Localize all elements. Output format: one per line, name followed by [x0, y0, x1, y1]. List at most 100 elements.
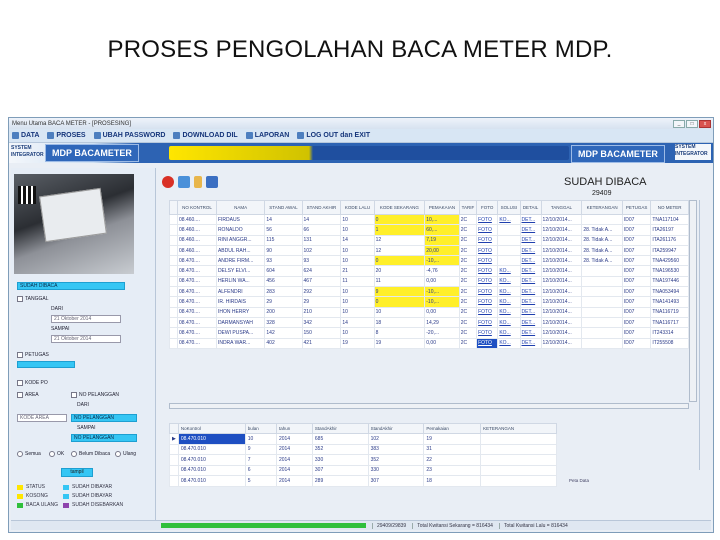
nopel-checkbox[interactable]: NO PELANGGAN: [71, 392, 119, 398]
table-row[interactable]: 08.470.... ALFENDRI 283 292 10 9 -10,... 2C FOTO…: [169, 286, 689, 298]
table-cell[interactable]: FOTO: [476, 306, 499, 318]
row-marker[interactable]: [169, 234, 178, 246]
col-header[interactable]: KODE SEKARANG: [373, 200, 426, 215]
maximize-button[interactable]: □: [686, 119, 698, 128]
row-marker[interactable]: [169, 275, 178, 288]
col-header[interactable]: TARIF: [458, 200, 478, 215]
table-cell[interactable]: [497, 255, 521, 267]
table-cell[interactable]: FOTO: [476, 244, 499, 257]
edit-icon[interactable]: [206, 176, 218, 188]
table-cell[interactable]: KO...: [497, 275, 521, 288]
col-header[interactable]: NO METER: [650, 200, 689, 215]
status-select[interactable]: SUDAH DIBACA: [17, 282, 125, 290]
col-header[interactable]: STAND AKHIR: [301, 200, 342, 215]
table-row[interactable]: 08.470.... INDRA WAR... 402 421 19 19 0,00 2C FO…: [169, 337, 689, 349]
close-button[interactable]: x: [699, 119, 711, 128]
petugas-checkbox[interactable]: PETUGAS: [17, 352, 49, 358]
history-row[interactable]: 08.470.010 7 2014 330 352 22: [169, 454, 557, 466]
col-header[interactable]: KETERANGAN: [480, 423, 557, 434]
row-marker[interactable]: [169, 475, 179, 487]
table-row[interactable]: 08.460.... ABDUL RAH... 90 102 10 12 20,00 2C FO…: [169, 244, 689, 257]
table-cell[interactable]: FOTO: [476, 224, 499, 236]
table-cell[interactable]: DET...: [519, 265, 542, 277]
history-row[interactable]: 08.470.010 5 2014 289 307 18: [169, 475, 557, 487]
table-cell[interactable]: [497, 224, 521, 236]
grid-vertical-scrollbar[interactable]: [689, 200, 697, 402]
table-cell[interactable]: KO...: [497, 265, 521, 277]
table-cell[interactable]: DET...: [519, 306, 542, 318]
table-cell[interactable]: FOTO: [476, 337, 499, 349]
table-row[interactable]: 08.460.... FIRDAUS 14 14 10 0 10,... 2C FOTO KO..…: [169, 213, 689, 226]
kode-po-checkbox[interactable]: KODE PO: [17, 380, 48, 386]
history-row[interactable]: 08.470.010 9 2014 352 383 31: [169, 443, 557, 455]
radio-ulang[interactable]: Ulang: [115, 451, 136, 457]
history-row[interactable]: 08.470.010 6 2014 307 330 23: [169, 464, 557, 476]
nopel-to-input[interactable]: NO PELANGGAN: [71, 434, 137, 442]
kode-area-input[interactable]: KODE AREA: [17, 414, 67, 422]
table-row[interactable]: 08.460.... RONALDO 56 66 10 1 60,... 2C FOTO DET.…: [169, 224, 689, 236]
table-cell[interactable]: FOTO: [476, 296, 499, 308]
menu-item-data[interactable]: DATA: [12, 132, 39, 139]
table-cell[interactable]: KO...: [497, 286, 521, 298]
table-row[interactable]: 08.470.... HERLIN WA... 456 467 11 11 0,00 2C FO…: [169, 275, 689, 288]
row-marker[interactable]: [169, 464, 179, 476]
table-cell[interactable]: KO...: [497, 327, 521, 339]
menu-item-ubah-password[interactable]: UBAH PASSWORD: [93, 132, 165, 139]
col-header[interactable]: TANGGAL: [540, 200, 583, 215]
table-cell[interactable]: FOTO: [476, 234, 499, 246]
table-cell[interactable]: DET...: [519, 213, 542, 226]
col-header[interactable]: NAMA: [215, 200, 266, 215]
minimize-button[interactable]: _: [673, 119, 685, 128]
menu-item-logout[interactable]: LOG OUT dan EXIT: [297, 132, 370, 139]
area-checkbox[interactable]: AREA: [17, 392, 39, 398]
table-cell[interactable]: FOTO: [476, 213, 499, 226]
col-header[interactable]: StandAkhir: [367, 423, 425, 434]
nopel-from-input[interactable]: NO PELANGGAN: [71, 414, 137, 422]
col-header[interactable]: FOTO: [476, 200, 499, 215]
table-cell[interactable]: DET...: [519, 327, 542, 339]
table-cell[interactable]: KO...: [497, 213, 521, 226]
table-cell[interactable]: DET...: [519, 255, 542, 267]
col-header[interactable]: StandAkhir: [311, 423, 369, 434]
col-header[interactable]: NoKontrol: [177, 423, 246, 434]
table-row[interactable]: 08.470.... ANDRE FIRM... 93 93 10 0 -10,... 2C F…: [169, 255, 689, 267]
side-scroll-panel[interactable]: [699, 200, 713, 470]
table-row[interactable]: 08.470.... IR. HIRDAIS 29 29 10 0 -10,... 2C FOT…: [169, 296, 689, 308]
menu-item-proses[interactable]: PROSES: [47, 132, 86, 139]
table-cell[interactable]: KO...: [497, 316, 521, 329]
col-header[interactable]: PEMAKAIAN: [424, 200, 460, 215]
table-cell[interactable]: DET...: [519, 286, 542, 298]
col-header[interactable]: STAND AWAL: [264, 200, 303, 215]
menu-item-laporan[interactable]: LAPORAN: [245, 132, 289, 139]
row-marker[interactable]: [169, 327, 178, 339]
row-marker[interactable]: [169, 454, 179, 466]
row-marker[interactable]: ▶: [169, 433, 179, 445]
radio-semua[interactable]: Semua: [17, 451, 41, 457]
row-marker[interactable]: [169, 224, 178, 236]
col-header[interactable]: bulan: [244, 423, 277, 434]
radio-belum-dibaca[interactable]: Belum Dibaca: [71, 451, 110, 457]
table-cell[interactable]: FOTO: [476, 327, 499, 339]
table-cell[interactable]: DET...: [519, 316, 542, 329]
table-cell[interactable]: DET...: [519, 234, 542, 246]
row-marker[interactable]: [169, 286, 178, 298]
table-cell[interactable]: FOTO: [476, 265, 499, 277]
col-header[interactable]: SOLUSI: [497, 200, 521, 215]
table-cell[interactable]: KO...: [497, 306, 521, 318]
table-row[interactable]: 08.470.... DELSY ELVI... 604 624 21 20 -4,76 2C…: [169, 265, 689, 277]
table-cell[interactable]: DET...: [519, 296, 542, 308]
table-cell[interactable]: FOTO: [476, 275, 499, 288]
col-header[interactable]: NO KONTROL: [177, 200, 217, 215]
col-header[interactable]: KODE LALU: [340, 200, 375, 215]
table-cell[interactable]: DET...: [519, 337, 542, 349]
menu-item-download-dil[interactable]: DOWNLOAD DIL: [173, 132, 238, 139]
row-marker[interactable]: [169, 213, 178, 226]
row-marker[interactable]: [169, 306, 178, 318]
table-cell[interactable]: [497, 244, 521, 257]
row-marker[interactable]: [169, 337, 178, 349]
table-cell[interactable]: DET...: [519, 244, 542, 257]
col-header[interactable]: DETAIL: [519, 200, 542, 215]
row-marker[interactable]: [169, 265, 178, 277]
table-row[interactable]: 08.470.... IHON HERRY 200 210 10 10 0,00 2C FOTO…: [169, 306, 689, 318]
history-row[interactable]: ▶ 08.470.010 10 2014 685 102 19: [169, 433, 557, 445]
